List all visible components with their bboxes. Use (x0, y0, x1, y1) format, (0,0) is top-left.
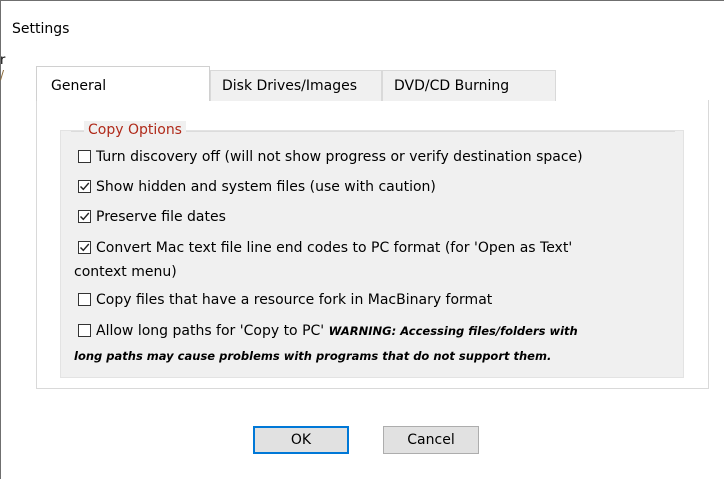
checkbox-checked-icon[interactable] (78, 241, 91, 254)
tab-dvd-cd-burning[interactable]: DVD/CD Burning (382, 70, 556, 101)
checkbox-checked-icon[interactable] (78, 210, 91, 223)
option-label-continued: context menu) (74, 264, 177, 280)
checkbox-icon[interactable] (78, 150, 91, 163)
tab-general[interactable]: General (36, 66, 210, 101)
dialog-title: Settings (12, 21, 70, 37)
background-text-fragment: r (0, 53, 6, 68)
checkbox-icon[interactable] (78, 293, 91, 306)
checkbox-icon[interactable] (78, 324, 91, 337)
option-allow-long-paths[interactable]: Allow long paths for 'Copy to PC' WARNIN… (78, 321, 578, 342)
checkbox-checked-icon[interactable] (78, 180, 91, 193)
option-label: Convert Mac text file line end codes to … (96, 240, 573, 256)
cancel-button[interactable]: Cancel (383, 426, 479, 454)
copy-options-legend: Copy Options (84, 121, 186, 139)
warning-text-continued: long paths may cause problems with progr… (74, 349, 552, 363)
option-turn-discovery-off[interactable]: Turn discovery off (will not show progre… (78, 147, 583, 168)
option-label: Preserve file dates (96, 209, 226, 225)
option-copy-resource-fork[interactable]: Copy files that have a resource fork in … (78, 290, 492, 311)
option-label: Show hidden and system files (use with c… (96, 179, 436, 195)
option-label: Copy files that have a resource fork in … (96, 292, 493, 308)
warning-text: WARNING: Accessing files/folders with (328, 324, 578, 338)
window-top-border (0, 0, 724, 1)
option-convert-mac-text[interactable]: Convert Mac text file line end codes to … (78, 238, 572, 259)
option-preserve-file-dates[interactable]: Preserve file dates (78, 207, 226, 228)
tab-disk-drives-images[interactable]: Disk Drives/Images (210, 70, 382, 101)
option-label: Turn discovery off (will not show progre… (96, 149, 583, 165)
option-show-hidden-files[interactable]: Show hidden and system files (use with c… (78, 177, 436, 198)
option-label: Allow long paths for 'Copy to PC' (96, 323, 325, 339)
background-text-fragment: / (0, 68, 5, 82)
ok-button[interactable]: OK (253, 426, 349, 454)
